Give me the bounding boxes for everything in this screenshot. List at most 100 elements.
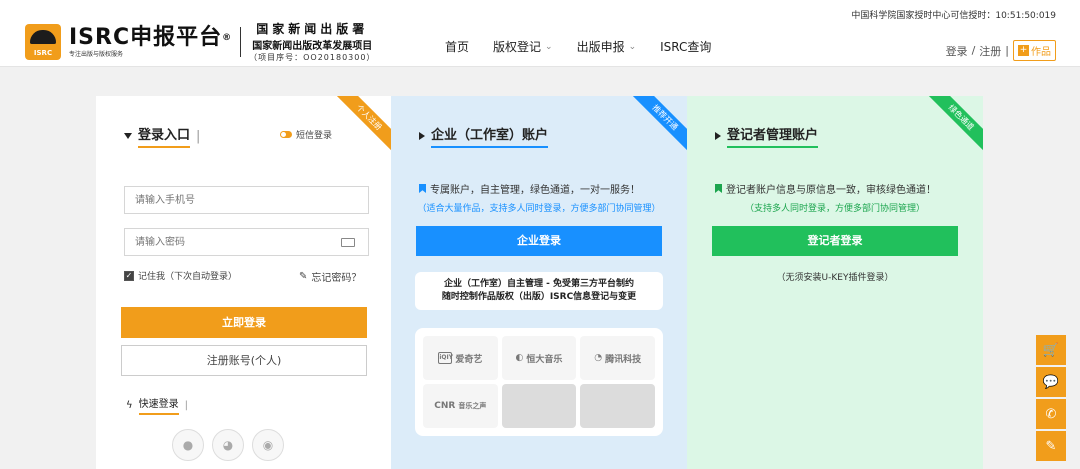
enterprise-notice: 企业（工作室）自主管理 - 免受第三方平台制约 随时控制作品版权（出版）ISRC…	[415, 272, 663, 310]
phone-input[interactable]	[124, 186, 369, 214]
bookmark-icon	[715, 184, 722, 193]
brand-subtitle: 专注出版与版权服务	[69, 50, 124, 58]
register-personal-button[interactable]: 注册账号(个人)	[121, 345, 367, 376]
floating-side-buttons: 🛒 💬 ✆ ✎	[1036, 335, 1066, 461]
login-button[interactable]: 立即登录	[121, 307, 367, 338]
ribbon-label: 绿色通道	[927, 96, 983, 152]
notice-line2: 随时控制作品版权（出版）ISRC信息登记与变更	[441, 292, 637, 302]
works-label: 作品	[1031, 47, 1051, 58]
brand-name: ISRC申报平台	[69, 24, 223, 50]
triangle-right-icon	[715, 132, 721, 140]
enterprise-panel: 推荐开通 企业（工作室）账户 专属账户，自主管理，绿色通道，一对一服务！ （适合…	[391, 96, 687, 469]
partner-image-1	[501, 384, 577, 428]
link-separator-bar: |	[1005, 44, 1009, 57]
notice-line1: 企业（工作室）自主管理 - 免受第三方平台制约	[443, 279, 634, 289]
time-value: 10:51:50:019	[995, 11, 1056, 21]
login-link[interactable]: 登录	[946, 43, 968, 59]
chevron-down-icon: ⌄	[545, 41, 553, 52]
tencent-icon: ◔	[594, 353, 603, 363]
nav-publish[interactable]: 出版申报 ⌄	[577, 38, 637, 55]
ribbon-label: 推荐开通	[631, 96, 687, 152]
password-input[interactable]	[124, 228, 369, 256]
registrant-description-sub: （支持多人同时登录，方便多部门协同管理）	[744, 204, 925, 214]
chat-icon[interactable]: 💬	[1036, 367, 1066, 397]
partner-iqiyi-logo: iQIY 爱奇艺	[423, 336, 498, 380]
enterprise-title: 企业（工作室）账户	[419, 124, 549, 148]
plus-icon: +	[1018, 45, 1029, 56]
whale-logo-icon: ISRC	[25, 23, 61, 60]
enterprise-title-text: 企业（工作室）账户	[431, 124, 549, 148]
partner-logos: iQIY 爱奇艺 ◐ 恒大音乐 ◔ 腾讯科技 CNR 音乐之声	[415, 328, 663, 436]
social-logins: ● ◕ ◉	[172, 429, 284, 461]
triangle-down-icon	[124, 133, 132, 139]
cnr-name: 音乐之声	[458, 402, 487, 410]
registrant-description: 登记者账户信息与原信息一致，审核绿色通道！	[715, 181, 936, 196]
logo-divider	[240, 26, 242, 57]
enterprise-description-text: 专属账户，自主管理，绿色通道，一对一服务！	[430, 185, 640, 196]
org-block: 国家新闻出版署 国家新闻出版改革发展项目 （项目序号：OO20180300）	[249, 20, 375, 63]
register-link[interactable]: 注册	[979, 43, 1001, 59]
lightning-icon: ϟ	[126, 399, 133, 411]
main-nav: 首页 版权登记 ⌄ 出版申报 ⌄ ISRC查询	[445, 38, 711, 55]
hengda-name: 恒大音乐	[526, 354, 563, 365]
partner-image-2	[580, 384, 655, 428]
quick-login: ϟ 快速登录 |	[126, 395, 188, 415]
trusted-time: 中国科学院国家授时中心可信授时：10:51:50:019	[851, 8, 1056, 21]
enterprise-description: 专属账户，自主管理，绿色通道，一对一服务！	[419, 181, 640, 196]
org-line1: 国家新闻出版署	[256, 22, 369, 36]
edit-icon: ✎	[299, 271, 308, 282]
org-line3: （项目序号：OO20180300）	[249, 53, 376, 62]
brand-reg-mark: ®	[222, 32, 233, 43]
ribbon-green-channel: 绿色通道	[923, 96, 983, 156]
login-title-text: 登录入口	[138, 124, 191, 148]
works-button[interactable]: + 作品	[1013, 40, 1056, 61]
enterprise-login-button[interactable]: 企业登录	[416, 226, 662, 256]
header: 中国科学院国家授时中心可信授时：10:51:50:019 ISRC ISRC申报…	[0, 0, 1080, 67]
wechat-icon[interactable]: ◕	[212, 429, 244, 461]
qq-icon[interactable]: ●	[172, 429, 204, 461]
org-line2: 国家新闻出版改革发展项目	[252, 41, 373, 52]
nav-home-label: 首页	[445, 40, 470, 54]
login-panel: 个人注册 登录入口 | 短信登录 ✓ 记住我（下次自动登录） ✎ 忘记密码？ 立…	[96, 96, 391, 469]
registrant-login-button[interactable]: 登记者登录	[712, 226, 958, 256]
hengda-icon: ◐	[515, 353, 524, 363]
nav-copyright-label: 版权登记	[493, 40, 542, 54]
ribbon-recommended: 推荐开通	[627, 96, 687, 156]
phone-icon[interactable]: ✆	[1036, 399, 1066, 429]
bookmark-icon	[419, 184, 426, 193]
sms-login-label: 短信登录	[296, 131, 333, 141]
nav-publish-label: 出版申报	[576, 40, 625, 54]
nav-home[interactable]: 首页	[445, 38, 469, 55]
weibo-icon[interactable]: ◉	[252, 429, 284, 461]
title-bar: |	[196, 128, 201, 144]
registrant-description-text: 登记者账户信息与原信息一致，审核绿色通道！	[726, 185, 936, 196]
forgot-label: 忘记密码？	[311, 273, 362, 284]
cart-icon[interactable]: 🛒	[1036, 335, 1066, 365]
sms-login-toggle[interactable]: 短信登录	[280, 128, 332, 141]
remember-label: 记住我（下次自动登录）	[138, 272, 238, 282]
chevron-down-icon: ⌄	[628, 41, 637, 52]
site-logo[interactable]: ISRC ISRC申报平台® 专注出版与版权服务 国家新闻出版署 国家新闻出版改…	[25, 20, 375, 63]
link-separator: /	[971, 44, 976, 57]
registrant-title-text: 登记者管理账户	[727, 124, 819, 148]
remember-me[interactable]: ✓ 记住我（下次自动登录）	[124, 269, 237, 282]
nav-isrc-query[interactable]: ISRC查询	[660, 38, 711, 55]
logo-text: ISRC	[33, 48, 53, 57]
quick-bar: |	[184, 399, 188, 411]
checkbox-checked-icon[interactable]: ✓	[124, 270, 134, 281]
partner-hengda-logo: ◐ 恒大音乐	[501, 336, 577, 380]
keyboard-icon[interactable]	[341, 238, 355, 247]
registrant-title: 登记者管理账户	[715, 124, 819, 148]
time-label: 中国科学院国家授时中心可信授时：	[851, 11, 996, 21]
nav-copyright[interactable]: 版权登记 ⌄	[493, 38, 553, 55]
brand: ISRC申报平台® 专注出版与版权服务	[69, 24, 233, 58]
account-links: 登录 / 注册 | + 作品	[946, 40, 1056, 61]
ukey-note: （无须安装U-KEY插件登录）	[776, 273, 894, 283]
edit-icon[interactable]: ✎	[1036, 431, 1066, 461]
ribbon-personal-register[interactable]: 个人注册	[331, 96, 391, 156]
enterprise-description-sub: （适合大量作品，支持多人同时登录，方便多部门协同管理）	[417, 204, 661, 214]
tencent-name: 腾讯科技	[605, 354, 642, 365]
forgot-password-link[interactable]: ✎ 忘记密码？	[299, 269, 361, 284]
iqiyi-name: 爱奇艺	[455, 354, 483, 365]
iqiyi-mark: iQIY	[438, 352, 453, 364]
